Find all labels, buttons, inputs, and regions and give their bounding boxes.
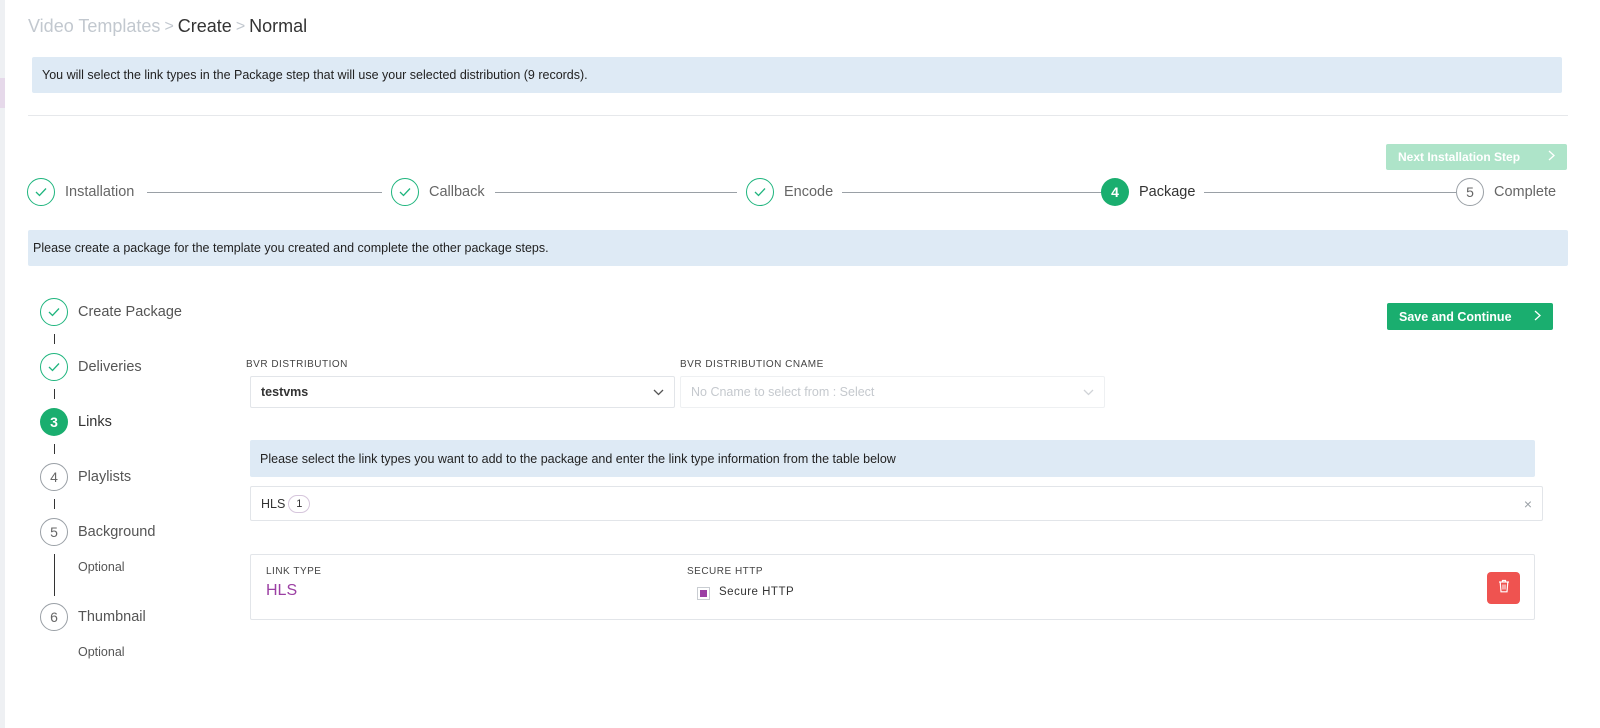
save-and-continue-button[interactable]: Save and Continue <box>1387 303 1553 330</box>
distribution-label: BVR DISTRIBUTION <box>246 359 348 370</box>
checkbox-checked-mark <box>700 590 707 597</box>
step-number: 4 <box>1101 178 1129 206</box>
step-package[interactable]: 4 Package <box>1101 178 1195 206</box>
link-type-row: LINK TYPE HLS SECURE HTTP Secure HTTP <box>250 554 1535 620</box>
secure-http-checkbox-label[interactable]: Secure HTTP <box>719 586 794 598</box>
link-type-column-label: LINK TYPE <box>266 566 322 577</box>
chevron-down-icon <box>653 385 664 399</box>
substep-background[interactable]: 5 Background <box>40 518 155 546</box>
check-icon <box>40 353 68 381</box>
installation-stepper: Installation Callback Encode 4 Package 5… <box>27 178 1567 206</box>
stepper-connector <box>842 192 1104 193</box>
chevron-down-icon <box>1083 385 1094 399</box>
next-installation-step-label: Next Installation Step <box>1398 150 1521 164</box>
substep-connector <box>54 554 55 596</box>
step-label: Encode <box>784 184 834 200</box>
step-label: Installation <box>65 184 135 200</box>
substep-thumbnail[interactable]: 6 Thumbnail <box>40 603 146 631</box>
secure-http-column-label: SECURE HTTP <box>687 566 764 577</box>
left-edge-marker <box>0 78 5 108</box>
substep-connector <box>54 389 55 399</box>
package-substeps: Create Package Deliveries 3 Links 4 Play… <box>40 298 240 678</box>
breadcrumb: Video Templates > Create > Normal <box>28 16 307 37</box>
distribution-cname-select[interactable]: No Cname to select from : Select <box>680 376 1105 408</box>
substep-deliveries[interactable]: Deliveries <box>40 353 142 381</box>
stepper-connector <box>147 192 382 193</box>
substep-optional-label: Optional <box>78 560 125 574</box>
clear-selection-icon[interactable]: × <box>1524 496 1532 512</box>
trash-icon <box>1498 579 1510 598</box>
save-and-continue-label: Save and Continue <box>1399 309 1512 324</box>
link-type-value: HLS <box>266 582 298 599</box>
step-label: Complete <box>1494 184 1557 200</box>
substep-number: 6 <box>40 603 68 631</box>
breadcrumb-video-templates[interactable]: Video Templates <box>28 16 160 37</box>
selected-tag-hls[interactable]: HLS 1 <box>261 494 311 513</box>
substep-connector <box>54 499 55 509</box>
substep-connector <box>54 334 55 344</box>
distribution-info-banner: You will select the link types in the Pa… <box>32 57 1562 93</box>
tag-label: HLS <box>261 496 286 511</box>
step-label: Callback <box>429 184 485 200</box>
step-complete[interactable]: 5 Complete <box>1456 178 1556 206</box>
link-type-multiselect[interactable]: HLS 1 × <box>250 486 1543 521</box>
substep-number: 3 <box>40 408 68 436</box>
substep-label: Thumbnail <box>78 609 146 625</box>
substep-create-package[interactable]: Create Package <box>40 298 182 326</box>
package-info-banner: Please create a package for the template… <box>28 230 1568 266</box>
distribution-cname-placeholder: No Cname to select from : Select <box>691 385 875 399</box>
distribution-value: testvms <box>261 385 309 399</box>
substep-label: Deliveries <box>78 359 142 375</box>
distribution-cname-label: BVR DISTRIBUTION CNAME <box>680 359 824 370</box>
check-icon <box>40 298 68 326</box>
tag-count-badge: 1 <box>288 494 311 513</box>
substep-links[interactable]: 3 Links <box>40 408 112 436</box>
substep-optional-label: Optional <box>78 645 125 659</box>
substep-connector <box>54 444 55 454</box>
substep-label: Playlists <box>78 469 132 485</box>
substep-playlists[interactable]: 4 Playlists <box>40 463 131 491</box>
substep-number: 4 <box>40 463 68 491</box>
breadcrumb-normal: Normal <box>249 16 308 36</box>
chevron-right-icon <box>1548 150 1555 164</box>
section-divider <box>28 115 1568 116</box>
chevron-right-icon <box>1534 310 1541 324</box>
stepper-connector <box>1204 192 1456 193</box>
breadcrumb-create[interactable]: Create <box>178 16 232 37</box>
distribution-select[interactable]: testvms <box>250 376 675 408</box>
breadcrumb-separator: > <box>164 17 174 35</box>
step-installation[interactable]: Installation <box>27 178 134 206</box>
secure-http-checkbox[interactable] <box>697 587 710 600</box>
step-number: 5 <box>1456 178 1484 206</box>
breadcrumb-separator: > <box>235 17 246 35</box>
delete-link-button[interactable] <box>1487 572 1520 604</box>
next-installation-step-button[interactable]: Next Installation Step <box>1386 144 1567 170</box>
check-icon <box>27 178 55 206</box>
left-edge-strip <box>0 0 5 728</box>
substep-number: 5 <box>40 518 68 546</box>
check-icon <box>746 178 774 206</box>
link-types-info-banner: Please select the link types you want to… <box>250 440 1535 477</box>
step-label: Package <box>1139 184 1196 200</box>
step-callback[interactable]: Callback <box>391 178 485 206</box>
substep-label: Background <box>78 524 156 540</box>
substep-label: Create Package <box>78 304 182 320</box>
step-encode[interactable]: Encode <box>746 178 833 206</box>
check-icon <box>391 178 419 206</box>
substep-label: Links <box>78 414 112 430</box>
stepper-connector <box>495 192 737 193</box>
